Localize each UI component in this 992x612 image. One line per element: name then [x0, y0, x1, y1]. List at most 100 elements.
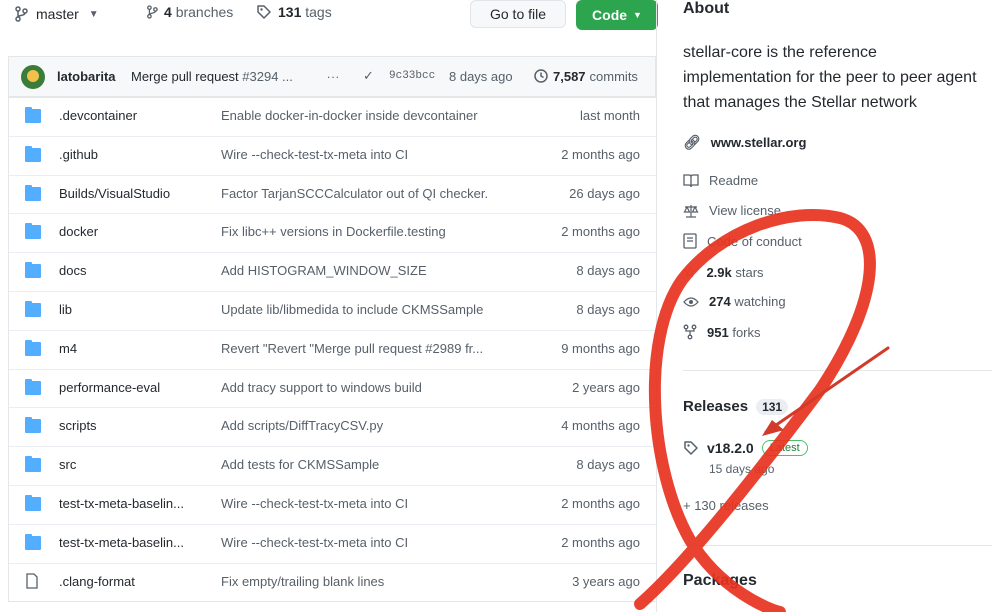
tag-icon	[684, 441, 698, 455]
file-commit-message[interactable]: Add tracy support to windows build	[221, 380, 521, 395]
file-name[interactable]: test-tx-meta-baselin...	[59, 496, 209, 511]
file-commit-age: 3 years ago	[572, 573, 640, 589]
tag-icon	[257, 5, 271, 19]
code-of-conduct-link[interactable]: Code of conduct	[683, 233, 802, 249]
commit-sha[interactable]: 9c33bcc	[389, 70, 435, 82]
ellipsis-icon[interactable]: ...	[327, 67, 340, 81]
folder-icon	[25, 223, 41, 240]
file-name[interactable]: performance-eval	[59, 380, 209, 395]
branch-icon	[15, 6, 28, 22]
forks-link[interactable]: 951 forks	[683, 324, 761, 340]
file-commit-message[interactable]: Add tests for CKMSSample	[221, 457, 521, 472]
commit-message[interactable]: Merge pull request #3294 ...	[131, 69, 293, 84]
branches-link[interactable]: 4 branches	[146, 4, 233, 20]
file-row[interactable]: .github Wire --check-test-tx-meta into CI…	[9, 135, 656, 175]
file-commit-message[interactable]: Add HISTOGRAM_WINDOW_SIZE	[221, 263, 521, 278]
file-list: .devcontainer Enable docker-in-docker ins…	[8, 96, 656, 603]
stars-link[interactable]: ☆ 2.9k stars	[683, 263, 764, 281]
forks-count: 951	[707, 324, 729, 340]
license-link[interactable]: View license	[683, 203, 781, 218]
file-name[interactable]: scripts	[59, 418, 209, 433]
book-icon	[683, 173, 699, 187]
commit-pr-link[interactable]: #3294 ...	[242, 69, 293, 84]
branches-count: 4	[164, 4, 172, 20]
folder-icon	[25, 456, 41, 473]
file-commit-message[interactable]: Wire --check-test-tx-meta into CI	[221, 496, 521, 511]
file-name[interactable]: .clang-format	[59, 574, 209, 589]
tags-label: tags	[305, 4, 332, 20]
readme-link[interactable]: Readme	[683, 173, 758, 188]
go-to-file-button[interactable]: Go to file	[470, 0, 566, 28]
watching-link[interactable]: 274 watching	[683, 294, 786, 309]
tags-link[interactable]: 131 tags	[256, 4, 332, 20]
file-row[interactable]: .clang-format Fix empty/trailing blank li…	[9, 562, 656, 602]
file-row[interactable]: Builds/VisualStudio Factor TarjanSCCCalcu…	[9, 174, 656, 214]
file-commit-message[interactable]: Fix libc++ versions in Dockerfile.testin…	[221, 224, 521, 239]
code-button[interactable]: Code ▼	[576, 0, 658, 30]
file-name[interactable]: Builds/VisualStudio	[59, 186, 209, 201]
releases-link[interactable]: Releases 131	[683, 398, 789, 415]
repo-toolbar: master ▼ 4 branches 131 tags Go to file …	[0, 0, 658, 30]
branch-name: master	[36, 6, 79, 22]
file-row[interactable]: docs Add HISTOGRAM_WINDOW_SIZE 8 days ago	[9, 252, 656, 291]
latest-release-link[interactable]: v18.2.0 Latest	[683, 440, 808, 456]
column-divider	[656, 0, 657, 612]
file-commit-age: 2 months ago	[561, 224, 640, 240]
watching-label: watching	[734, 294, 786, 309]
file-name[interactable]: lib	[59, 302, 209, 317]
scale-icon	[683, 204, 699, 218]
file-row[interactable]: performance-eval Add tracy support to win…	[9, 368, 656, 408]
file-commit-age: 8 days ago	[576, 301, 640, 317]
file-commit-message[interactable]: Update lib/libmedida to include CKMSSamp…	[221, 302, 521, 317]
check-icon[interactable]: ✓	[363, 68, 374, 84]
branch-icon	[147, 5, 158, 19]
packages-title[interactable]: Packages	[683, 572, 757, 590]
file-name[interactable]: docker	[59, 224, 209, 239]
file-commit-age: 2 years ago	[572, 379, 640, 395]
branch-selector-button[interactable]: master ▼	[14, 0, 99, 28]
file-name[interactable]: .devcontainer	[59, 108, 209, 123]
file-row[interactable]: docker Fix libc++ versions in Dockerfile.…	[9, 213, 656, 252]
file-commit-age: 4 months ago	[561, 418, 640, 434]
file-name[interactable]: test-tx-meta-baselin...	[59, 535, 209, 550]
file-commit-message[interactable]: Add scripts/DiffTracyCSV.py	[221, 418, 521, 433]
file-row[interactable]: m4 Revert "Revert "Merge pull request #29…	[9, 329, 656, 369]
file-commit-message[interactable]: Revert "Revert "Merge pull request #2989…	[221, 341, 521, 356]
commits-count: 7,587	[553, 68, 586, 84]
file-name[interactable]: src	[59, 457, 209, 472]
star-icon: ☆	[683, 264, 697, 281]
more-releases-link[interactable]: + 130 releases	[683, 498, 769, 513]
sidebar-divider	[683, 545, 992, 546]
stars-count: 2.9k	[706, 264, 732, 280]
file-row[interactable]: test-tx-meta-baselin... Wire --check-test…	[9, 484, 656, 524]
releases-title: Releases	[683, 398, 749, 415]
file-row[interactable]: test-tx-meta-baselin... Wire --check-test…	[9, 523, 656, 563]
chevron-down-icon: ▼	[88, 8, 99, 20]
latest-badge: Latest	[761, 440, 808, 456]
file-commit-message[interactable]: Wire --check-test-tx-meta into CI	[221, 147, 521, 162]
repo-sidebar: About stellar-core is the reference impl…	[668, 0, 992, 612]
releases-count: 131	[756, 398, 789, 415]
file-name[interactable]: docs	[59, 263, 209, 278]
file-commit-message[interactable]: Fix empty/trailing blank lines	[221, 574, 521, 589]
folder-icon	[25, 417, 41, 434]
file-commit-message[interactable]: Enable docker-in-docker inside devcontai…	[221, 108, 521, 123]
file-commit-message[interactable]: Wire --check-test-tx-meta into CI	[221, 535, 521, 550]
code-button-label: Code	[592, 7, 628, 23]
file-row[interactable]: .devcontainer Enable docker-in-docker ins…	[9, 97, 656, 136]
file-row[interactable]: lib Update lib/libmedida to include CKMSS…	[9, 290, 656, 330]
fork-icon	[683, 324, 697, 340]
file-row[interactable]: src Add tests for CKMSSample 8 days ago	[9, 446, 656, 485]
website-link[interactable]: 🔗︎ www.stellar.org	[683, 134, 806, 151]
chevron-down-icon: ▼	[633, 10, 642, 20]
file-row[interactable]: scripts Add scripts/DiffTracyCSV.py 4 mont…	[9, 407, 656, 446]
avatar[interactable]	[21, 65, 45, 89]
file-commit-message[interactable]: Factor TarjanSCCCalculator out of QI che…	[221, 186, 521, 201]
file-name[interactable]: .github	[59, 147, 209, 162]
file-commit-age: 8 days ago	[576, 457, 640, 473]
file-name[interactable]: m4	[59, 341, 209, 356]
folder-icon	[25, 107, 41, 123]
file-commit-age: 2 months ago	[561, 146, 640, 162]
commits-link[interactable]: 7,587 commits	[533, 68, 638, 84]
commit-author[interactable]: latobarita	[57, 69, 116, 84]
